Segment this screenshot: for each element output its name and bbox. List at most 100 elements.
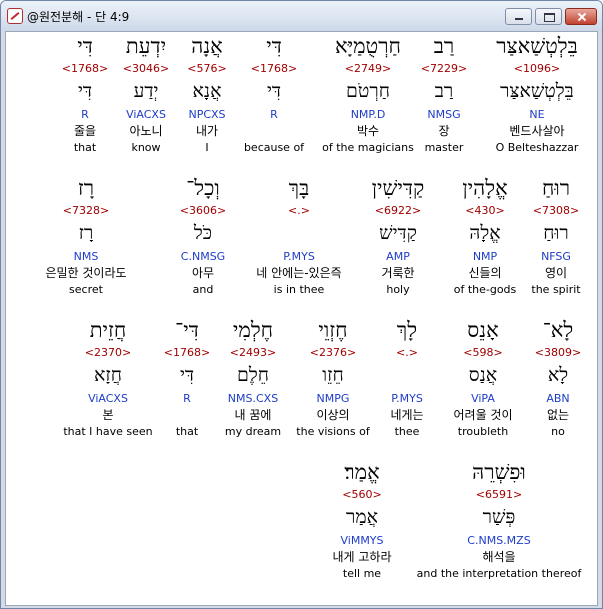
strong-number[interactable]: <1096> (482, 60, 592, 82)
word-column[interactable]: חַרְטֻמַיָּא <2749> חַרְטֹם NMP.D 박수 of the m… (313, 36, 423, 156)
strong-number[interactable]: <2370> (53, 344, 163, 366)
hebrew-text: חֲזֵית (89, 318, 127, 342)
hebrew-text: יִדְעֵת (125, 34, 167, 58)
word-column[interactable]: וּפִשְׁרֵהּ <6591> פְּשַׁר C.NMS.MZS 해석을 and … (409, 462, 589, 582)
strong-number[interactable]: <3809> (528, 344, 588, 366)
hebrew-text: אָנֵס (467, 318, 499, 342)
korean-gloss: 네게는 (390, 408, 424, 422)
parsing-code: R (270, 108, 278, 121)
strong-number[interactable]: <.> (244, 202, 354, 224)
word-column[interactable]: וְכָל־ <3606> כֹּל C.NMSG 아무 and (168, 178, 238, 298)
hebrew-text: דִּי־ (175, 318, 199, 342)
parsing-code: ViPA (471, 392, 495, 405)
strong-number[interactable]: <2376> (283, 344, 383, 366)
korean-gloss: 이상의 (316, 408, 350, 422)
strong-number[interactable]: <6922> (363, 202, 433, 224)
word-column[interactable]: אֱמַר׃ <560> אֲמַר ViMMYS 내게 고하라 tell me (317, 462, 407, 582)
parsing-code: AMP (386, 250, 410, 263)
strong-number[interactable]: <3046> (116, 60, 176, 82)
lexical-form: אֲנָא (192, 80, 222, 102)
title-bar[interactable]: @원전분해 - 단 4:9 (1, 1, 602, 31)
hebrew-text: בֵּלְטְשַׁאצַּר (496, 34, 578, 58)
strong-number[interactable]: <560> (317, 486, 407, 508)
close-button[interactable] (565, 8, 597, 25)
word-column[interactable]: בֵּלְטְשַׁאצַּר <1096> בֵּלְטְשַׁאצַּר NE 벤드… (482, 36, 592, 156)
strong-number[interactable]: <.> (377, 344, 437, 366)
lexical-form: חֲזָא (94, 364, 122, 386)
word-column[interactable]: אָנֵס <598> אֲנַס ViPA 어려울 것이 troubleth (438, 320, 528, 440)
hebrew-text: חַרְטֻמַיָּא (335, 34, 401, 58)
parsing-code: P.MYS (391, 392, 423, 405)
app-icon[interactable] (7, 8, 23, 24)
word-column[interactable]: דִּי <1768> דִּי Rbecause of (234, 36, 314, 156)
parsing-code: P.MYS (283, 250, 315, 263)
word-column[interactable]: אֱלָהִין <430> אֱלָהּ NMP 신들의 of the-gods (445, 178, 525, 298)
word-column[interactable]: רָז <7328> רָז NMS 은밀한 것이라도 secret (26, 178, 146, 298)
hebrew-text: וּפִשְׁרֵהּ (472, 460, 526, 484)
strong-number[interactable]: <2749> (313, 60, 423, 82)
korean-gloss: 아노니 (129, 124, 163, 138)
word-column[interactable]: דִּי־ <1768> דִּי Rthat (162, 320, 212, 440)
word-column[interactable]: רוּחַ <7308> רוּחַ NFSG 영이 the spirit (516, 178, 596, 298)
hebrew-text: בָּךְ (288, 176, 310, 200)
lexical-form: רוּחַ (543, 222, 569, 244)
word-column[interactable]: קַדִּישִׁין <6922> קַדִּישׁ AMP 거룩한 holy (363, 178, 433, 298)
korean-gloss: 내 꿈에 (234, 408, 272, 422)
lexical-form: דִּי (179, 364, 195, 386)
english-gloss: is in thee (273, 283, 325, 296)
word-column[interactable]: לָךְ <.> P.MYS 네게는 thee (377, 320, 437, 440)
strong-number[interactable]: <7308> (516, 202, 596, 224)
parsing-code: R (81, 108, 89, 121)
english-gloss: troubleth (457, 425, 509, 438)
strong-number[interactable]: <430> (445, 202, 525, 224)
word-column[interactable]: אֲנָה <576> אֲנָא NPCXS 내가 I (177, 36, 237, 156)
lexical-form: אֲמַר (346, 506, 378, 528)
parsing-code: NMP.D (350, 108, 386, 121)
korean-gloss: 줄을 (73, 124, 97, 138)
lexical-form: אֱלָהּ (469, 222, 501, 244)
strong-number[interactable]: <1768> (55, 60, 115, 82)
word-column[interactable]: בָּךְ <.> P.MYS 네 안에는-있은즉 is in thee (244, 178, 354, 298)
hebrew-text: רוּחַ (541, 176, 571, 200)
korean-gloss: 벤드사살아 (509, 124, 565, 138)
strong-number[interactable]: <2493> (213, 344, 293, 366)
strong-number[interactable]: <6591> (409, 486, 589, 508)
english-gloss: because of (243, 141, 305, 154)
hebrew-text: חֶזְוֵי (318, 318, 348, 342)
word-column[interactable]: חֶלְמִי <2493> חֵלֶם NMS.CXS 내 꿈에 my dream (213, 320, 293, 440)
strong-number[interactable]: <1768> (234, 60, 314, 82)
lexical-form: רָז (78, 222, 94, 244)
parsing-code: C.NMS.MZS (467, 534, 531, 547)
minimize-button[interactable] (505, 8, 532, 25)
parsing-code: NE (529, 108, 545, 121)
strong-number[interactable]: <598> (438, 344, 528, 366)
maximize-button[interactable] (535, 8, 562, 25)
parsing-code: ViMMYS (340, 534, 384, 547)
lexical-form: דִּי (77, 80, 93, 102)
strong-number[interactable]: <7328> (26, 202, 146, 224)
korean-gloss (162, 407, 212, 424)
korean-gloss: 내게 고하라 (332, 550, 392, 564)
korean-gloss: 신들의 (468, 266, 502, 280)
english-gloss: the spirit (531, 283, 581, 296)
lexical-form: יְדַע (133, 80, 159, 102)
korean-gloss: 내가 (195, 124, 219, 138)
strong-number[interactable]: <576> (177, 60, 237, 82)
lexical-form: חֵזֵו (322, 364, 344, 386)
word-column[interactable]: לָא־ <3809> לָא ABN 없는 no (528, 320, 588, 440)
strong-number[interactable]: <3606> (168, 202, 238, 224)
word-column[interactable]: חֲזֵית <2370> חֲזָא ViACXS 본 that I have seen (53, 320, 163, 440)
word-column[interactable]: יִדְעֵת <3046> יְדַע ViACXS 아노니 know (116, 36, 176, 156)
parsing-code: C.NMSG (180, 250, 226, 263)
strong-number[interactable]: <1768> (162, 344, 212, 366)
parsing-code: NMS.CXS (227, 392, 279, 405)
word-column[interactable]: חֶזְוֵי <2376> חֵזֵו NMPG 이상의 the visions of (283, 320, 383, 440)
parsing-code: ViACXS (88, 392, 128, 405)
parsing-code: NPCXS (188, 108, 226, 121)
app-window: @원전분해 - 단 4:9 בֵּלְטְשַׁאצַּר <1096> בֵּלְ… (0, 0, 603, 609)
english-gloss: that (175, 425, 199, 438)
word-column[interactable]: דִּי <1768> דִּי R 줄을 that (55, 36, 115, 156)
korean-gloss: 은밀한 것이라도 (45, 266, 127, 280)
hebrew-text: חֶלְמִי (232, 318, 274, 342)
korean-gloss (234, 123, 314, 140)
